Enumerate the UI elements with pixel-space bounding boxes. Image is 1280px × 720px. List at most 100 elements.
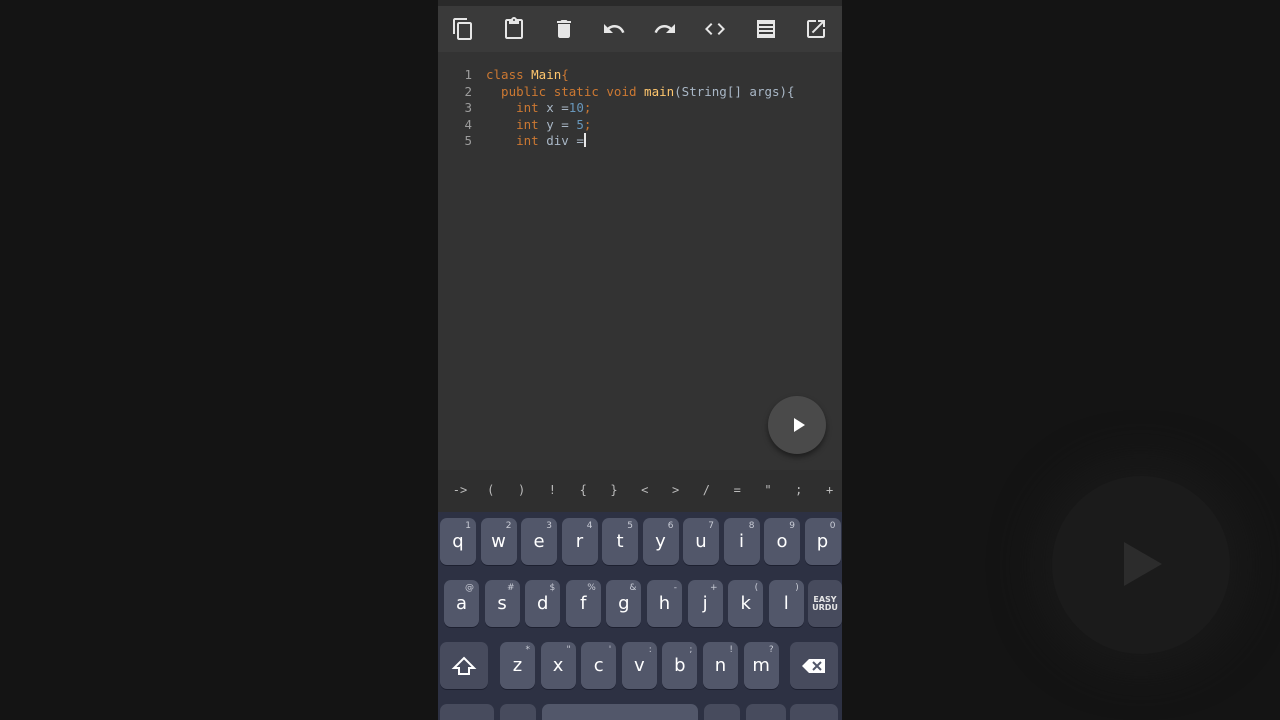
open-external-button[interactable] xyxy=(791,6,841,52)
key-i[interactable]: i8 xyxy=(723,518,760,565)
key-hint: % xyxy=(587,583,596,593)
code-token: x = xyxy=(546,100,569,115)
key-k[interactable]: k( xyxy=(728,580,764,627)
symbol-key[interactable]: } xyxy=(600,483,628,497)
code-token: ; xyxy=(583,116,592,132)
numbers-key[interactable] xyxy=(440,704,494,720)
key-p[interactable]: p0 xyxy=(804,518,841,565)
key-e[interactable]: e3 xyxy=(521,518,557,565)
symbol-key[interactable]: { xyxy=(569,483,597,497)
symbol-key[interactable]: ; xyxy=(785,483,813,497)
run-button[interactable] xyxy=(768,396,826,454)
key-label: i xyxy=(738,531,744,552)
key-label: z xyxy=(512,655,523,676)
key-q[interactable]: q1 xyxy=(440,518,476,565)
key-hint: @ xyxy=(465,583,474,593)
symbol-key[interactable]: < xyxy=(631,483,659,497)
key-r[interactable]: r4 xyxy=(561,518,598,565)
paste-icon xyxy=(504,17,523,39)
background-play-icon xyxy=(1052,476,1230,654)
key-hint: 7 xyxy=(708,521,714,531)
key-c[interactable]: c ' xyxy=(581,642,617,689)
key-hint: # xyxy=(507,583,515,593)
code-line: 2 public static void main(String[] args)… xyxy=(438,83,842,100)
key-v[interactable]: v: xyxy=(621,642,657,689)
key-z[interactable]: z * xyxy=(500,642,535,689)
key-hint: ? xyxy=(768,645,774,655)
key-s[interactable]: s # xyxy=(484,580,520,627)
code-token: public static void xyxy=(486,83,645,99)
backspace-icon xyxy=(802,658,825,673)
undo-button[interactable] xyxy=(589,6,639,52)
easy-urdu-key[interactable]: EASY URDU xyxy=(808,580,842,627)
key-label: p xyxy=(816,531,829,552)
symbol-key[interactable]: ( xyxy=(477,483,505,497)
key-label: b xyxy=(674,655,686,676)
symbol-key[interactable]: ! xyxy=(538,483,566,497)
key-label: q xyxy=(452,531,464,552)
key-l[interactable]: l) xyxy=(768,580,804,627)
key-hint: * xyxy=(525,645,531,655)
code-line: 4 int y = 5; xyxy=(438,116,842,133)
delete-button[interactable] xyxy=(539,6,589,52)
key-label: a xyxy=(455,593,468,614)
symbol-bar: ->()!{} < > / = "; + xyxy=(438,470,842,512)
symbol-key[interactable]: " xyxy=(754,483,782,497)
key-h[interactable]: h- xyxy=(647,580,682,627)
key-u[interactable]: u7 xyxy=(683,518,719,565)
key-hint: 3 xyxy=(546,521,552,531)
key-hint: & xyxy=(629,583,637,593)
key-label: l xyxy=(783,593,789,614)
key-label: u xyxy=(695,531,707,552)
urdu-label: URDU xyxy=(812,602,838,612)
open-external-icon xyxy=(806,20,825,38)
key-a[interactable]: a @ xyxy=(444,580,479,627)
phone-screen: 1 class Main{2 public static void main(St… xyxy=(438,0,842,720)
key-w[interactable]: w2 xyxy=(480,518,517,565)
code-icon xyxy=(705,23,726,35)
comma-key[interactable] xyxy=(500,704,536,720)
format-code-button[interactable] xyxy=(690,6,740,52)
key-y[interactable]: y6 xyxy=(642,518,679,565)
key-b[interactable]: b; xyxy=(662,642,698,689)
enter-key[interactable] xyxy=(790,704,838,720)
symbol-key[interactable]: ) xyxy=(508,483,536,497)
key-o[interactable]: o9 xyxy=(764,518,800,565)
key-label: v xyxy=(633,655,645,676)
code-text: int y = 5; xyxy=(486,116,591,133)
symbol-key[interactable]: -> xyxy=(446,483,474,497)
symbol-key[interactable]: = xyxy=(723,483,751,497)
key-label: x xyxy=(552,655,564,676)
redo-button[interactable] xyxy=(640,6,690,52)
key-j[interactable]: j + xyxy=(687,580,723,627)
code-text: class Main{ xyxy=(486,66,569,83)
key-label: k xyxy=(740,593,751,614)
document-button[interactable] xyxy=(740,6,790,52)
backspace-key[interactable] xyxy=(790,642,838,689)
symbol-key[interactable]: + xyxy=(816,483,842,497)
code-token: y = xyxy=(546,116,577,132)
code-line: 5 int div = xyxy=(438,132,842,149)
key-hint: 2 xyxy=(505,521,512,531)
key-g[interactable]: g & xyxy=(606,580,642,627)
key-hint: 4 xyxy=(586,521,593,531)
key-n[interactable]: n! xyxy=(703,642,738,689)
period-key[interactable] xyxy=(704,704,740,720)
key-m[interactable]: m? xyxy=(743,642,779,689)
line-number: 2 xyxy=(464,83,472,99)
code-token: 5 xyxy=(576,116,584,132)
key-label: e xyxy=(533,531,545,552)
key-t[interactable]: t5 xyxy=(602,518,638,565)
key-x[interactable]: x " xyxy=(540,642,576,689)
emoji-key[interactable] xyxy=(746,704,786,720)
paste-button[interactable] xyxy=(488,6,538,52)
shift-key[interactable] xyxy=(440,642,488,689)
space-key[interactable] xyxy=(542,704,698,720)
key-d[interactable]: d $ xyxy=(525,580,561,627)
symbol-key[interactable]: / xyxy=(692,483,720,497)
symbol-key[interactable]: > xyxy=(662,483,690,497)
copy-button[interactable] xyxy=(438,6,488,52)
soft-keyboard: EASY URDU q 1 w 2 e 3 r 4 t 5 y 6 u 7 i 8 o 9 p 0 a @ s # d $ f% g &… xyxy=(438,512,842,720)
key-label: r xyxy=(575,531,584,552)
key-f[interactable]: f% xyxy=(565,580,601,627)
